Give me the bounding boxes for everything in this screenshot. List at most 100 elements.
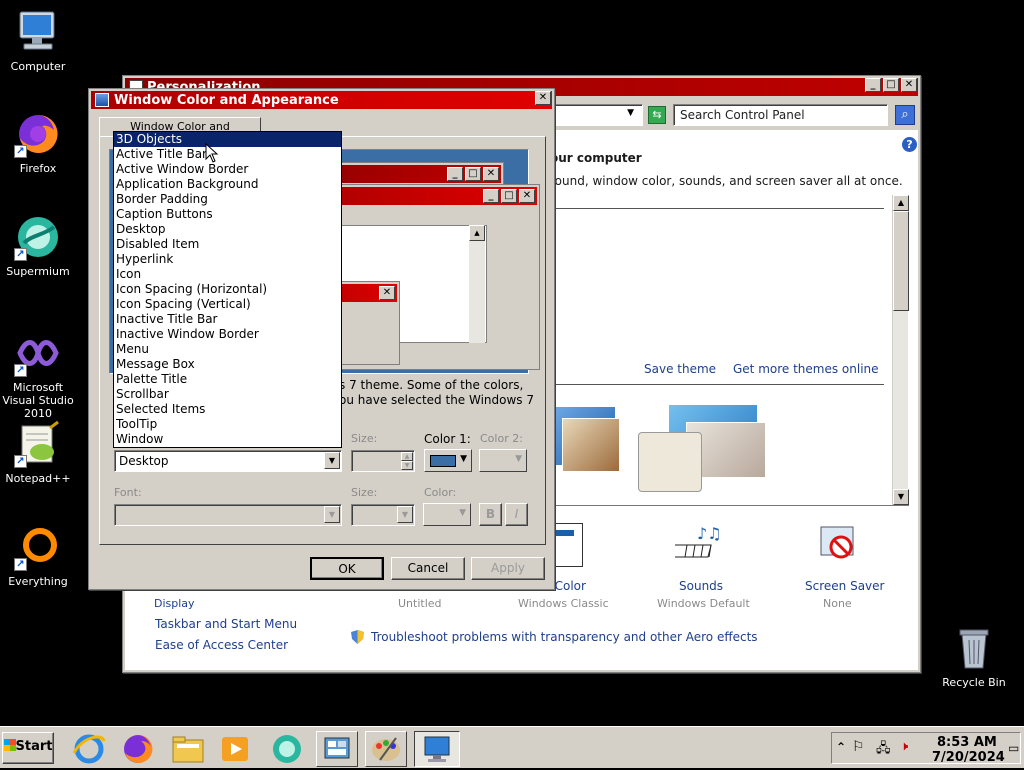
troubleshoot-link[interactable]: Troubleshoot problems with transparency …: [371, 630, 758, 644]
ok-button[interactable]: OK: [310, 557, 384, 580]
dropdown-item[interactable]: Disabled Item: [114, 237, 341, 252]
dropdown-item[interactable]: Icon Spacing (Horizontal): [114, 282, 341, 297]
maximize-button[interactable]: □: [883, 78, 899, 92]
color2-label: Color 2:: [480, 432, 523, 445]
address-bar[interactable]: ▼: [553, 104, 643, 126]
dropdown-item[interactable]: Hyperlink: [114, 252, 341, 267]
desktop-icon-visual-studio[interactable]: ↗ Microsoft Visual Studio 2010: [0, 329, 76, 420]
display-link[interactable]: Display: [154, 597, 195, 610]
dropdown-item[interactable]: 3D Objects: [114, 132, 341, 147]
sounds-label[interactable]: Sounds: [679, 579, 723, 593]
spin-down-icon[interactable]: ▼: [401, 461, 413, 470]
desktop-icon-computer[interactable]: Computer: [0, 8, 76, 73]
window-color-icon: [553, 523, 583, 567]
color2-button[interactable]: ▼: [479, 449, 527, 472]
dropdown-item[interactable]: Application Background: [114, 177, 341, 192]
theme-thumbnail[interactable]: [550, 406, 640, 496]
dropdown-item[interactable]: Desktop: [114, 222, 341, 237]
dropdown-item[interactable]: Caption Buttons: [114, 207, 341, 222]
dropdown-item[interactable]: Window: [114, 432, 341, 447]
dropdown-item[interactable]: Icon: [114, 267, 341, 282]
supermium-icon[interactable]: [266, 731, 308, 767]
sounds-item[interactable]: ♪♫ Sounds: [655, 523, 755, 603]
get-more-themes-link[interactable]: Get more themes online: [733, 362, 879, 376]
desktop-icon-everything[interactable]: ↗ Everything: [0, 523, 76, 588]
dropdown-item[interactable]: Palette Title: [114, 372, 341, 387]
control-panel-icon[interactable]: [316, 731, 358, 767]
color1-button[interactable]: ▼: [424, 449, 472, 472]
dropdown-item[interactable]: Icon Spacing (Vertical): [114, 297, 341, 312]
font-size-label: Size:: [351, 486, 378, 499]
chevron-down-icon[interactable]: ▼: [627, 108, 634, 118]
scroll-up-arrow-icon[interactable]: ▲: [893, 195, 909, 211]
flag-icon[interactable]: ⚐: [852, 739, 865, 755]
dropdown-item[interactable]: Inactive Window Border: [114, 327, 341, 342]
desktop-icon-firefox[interactable]: ↗ Firefox: [0, 110, 76, 175]
chevron-down-icon[interactable]: ▼: [397, 506, 413, 523]
theme-thumbnail-selected[interactable]: [638, 400, 788, 500]
close-button[interactable]: ✕: [535, 91, 551, 105]
dropdown-item[interactable]: Menu: [114, 342, 341, 357]
desktop-icon-label: Everything: [8, 575, 68, 588]
screen-saver-item[interactable]: Screen Saver: [795, 523, 895, 603]
dropdown-item[interactable]: Active Window Border: [114, 162, 341, 177]
save-theme-link[interactable]: Save theme: [644, 362, 716, 376]
cancel-button[interactable]: Cancel: [391, 557, 465, 580]
font-size-select[interactable]: ▼: [351, 504, 415, 526]
dialog-title: Window Color and Appearance: [114, 92, 339, 108]
bold-button[interactable]: B: [479, 503, 502, 526]
close-button[interactable]: ✕: [901, 78, 917, 92]
shortcut-arrow-icon: ↗: [14, 558, 27, 571]
visual-studio-icon: ↗: [14, 329, 62, 377]
refresh-icon[interactable]: ⇆: [648, 106, 666, 124]
dropdown-item[interactable]: Scrollbar: [114, 387, 341, 402]
minimize-button[interactable]: _: [865, 78, 881, 92]
help-icon[interactable]: ?: [902, 137, 917, 152]
scroll-down-arrow-icon[interactable]: ▼: [893, 489, 909, 505]
minimize-button: _: [447, 167, 463, 181]
desktop-icon-supermium[interactable]: ↗ Supermium: [0, 213, 76, 278]
display-settings-icon[interactable]: [414, 731, 460, 767]
dropdown-item[interactable]: Border Padding: [114, 192, 341, 207]
chevron-down-icon[interactable]: ▼: [324, 452, 340, 469]
chevron-up-icon[interactable]: ⌃: [836, 740, 846, 754]
desktop-icon-recycle-bin[interactable]: Recycle Bin: [936, 624, 1012, 689]
italic-button[interactable]: I: [505, 503, 528, 526]
chevron-down-icon[interactable]: ▼: [324, 506, 340, 523]
spin-up-icon[interactable]: ▲: [401, 452, 413, 461]
font-color-button[interactable]: ▼: [423, 503, 471, 526]
volume-muted-icon[interactable]: 🕨: [900, 739, 908, 754]
clock-date[interactable]: 7/20/2024: [932, 750, 1005, 765]
dropdown-item[interactable]: Selected Items: [114, 402, 341, 417]
search-box[interactable]: Search Control Panel: [673, 104, 888, 126]
font-select[interactable]: ▼: [114, 504, 342, 526]
file-explorer-icon[interactable]: [167, 731, 209, 767]
size-spinner[interactable]: ▲ ▼: [351, 450, 415, 472]
show-desktop-icon[interactable]: ▭: [1008, 741, 1019, 755]
media-player-icon[interactable]: [214, 731, 256, 767]
network-icon[interactable]: 🖧: [876, 739, 891, 761]
window-color-sub: Windows Classic: [518, 597, 609, 610]
start-button[interactable]: Start: [2, 732, 54, 764]
theme-scrollbar[interactable]: ▲ ▼: [892, 195, 909, 505]
dropdown-item[interactable]: ToolTip: [114, 417, 341, 432]
dialog-titlebar[interactable]: Window Color and Appearance: [91, 91, 552, 109]
taskbar-start-menu-link[interactable]: Taskbar and Start Menu: [155, 617, 297, 631]
apply-button[interactable]: Apply: [471, 557, 545, 580]
screen-saver-sub: None: [823, 597, 852, 610]
dropdown-item[interactable]: Inactive Title Bar: [114, 312, 341, 327]
search-icon[interactable]: ⌕: [895, 105, 915, 125]
firefox-icon[interactable]: [117, 731, 159, 767]
internet-explorer-icon[interactable]: [68, 731, 110, 767]
desktop-icon-notepadpp[interactable]: ↗ Notepad++: [0, 420, 76, 485]
start-label: Start: [15, 739, 53, 754]
personalization-icon[interactable]: [365, 731, 407, 767]
screen-saver-label[interactable]: Screen Saver: [805, 579, 884, 593]
scroll-thumb[interactable]: [893, 211, 909, 311]
item-dropdown-list[interactable]: 3D Objects Active Title Bar Active Window …: [113, 131, 342, 448]
clock-time[interactable]: 8:53 AM: [937, 735, 997, 750]
item-select[interactable]: Desktop ▼: [114, 450, 342, 472]
dropdown-item[interactable]: Active Title Bar: [114, 147, 341, 162]
dropdown-item[interactable]: Message Box: [114, 357, 341, 372]
ease-of-access-link[interactable]: Ease of Access Center: [155, 638, 288, 652]
